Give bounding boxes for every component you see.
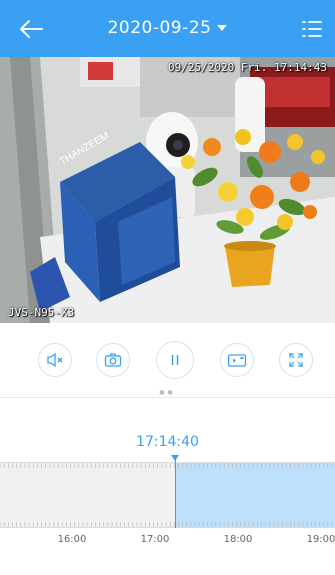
fullscreen-icon: [289, 353, 303, 367]
pause-button[interactable]: [156, 341, 194, 379]
hour-label: 19:00: [306, 534, 335, 545]
timeline-pointer-icon: [171, 455, 179, 461]
chevron-down-icon: [217, 25, 228, 31]
camera-feed-image: THANZEEM: [0, 57, 335, 323]
hour-label: 16:00: [57, 534, 87, 545]
list-menu-icon[interactable]: [301, 18, 323, 40]
hour-label: 17:00: [140, 534, 170, 545]
camera-icon: [104, 353, 122, 367]
timeline-bottom-ticks: [0, 522, 333, 527]
page-indicator: ●●: [159, 389, 176, 396]
record-button[interactable]: [220, 343, 254, 377]
mute-button[interactable]: [38, 343, 72, 377]
date-selector[interactable]: 2020-09-25: [0, 18, 335, 38]
timeline-cursor[interactable]: [175, 455, 176, 528]
hour-label: 18:00: [223, 534, 253, 545]
camera-name-label: JVS-N95-X3: [8, 306, 75, 319]
timeline-top-ticks: [0, 463, 333, 468]
playback-controls: ●●: [0, 323, 335, 398]
timeline-track[interactable]: [0, 462, 335, 528]
video-player[interactable]: THANZEEM 09/25/2020 Fri. 17:14:43 JVS-N9…: [0, 57, 335, 323]
osd-timestamp: 09/25/2020 Fri. 17:14:43: [168, 61, 327, 74]
video-record-icon: [227, 354, 247, 367]
top-bar: 2020-09-25: [0, 0, 335, 57]
recorded-segment[interactable]: [175, 463, 335, 527]
date-label: 2020-09-25: [107, 18, 212, 38]
snapshot-button[interactable]: [96, 343, 130, 377]
mute-icon: [47, 352, 63, 368]
pause-icon: [171, 355, 179, 365]
fullscreen-button[interactable]: [279, 343, 313, 377]
timeline-current-time: 17:14:40: [136, 434, 199, 450]
